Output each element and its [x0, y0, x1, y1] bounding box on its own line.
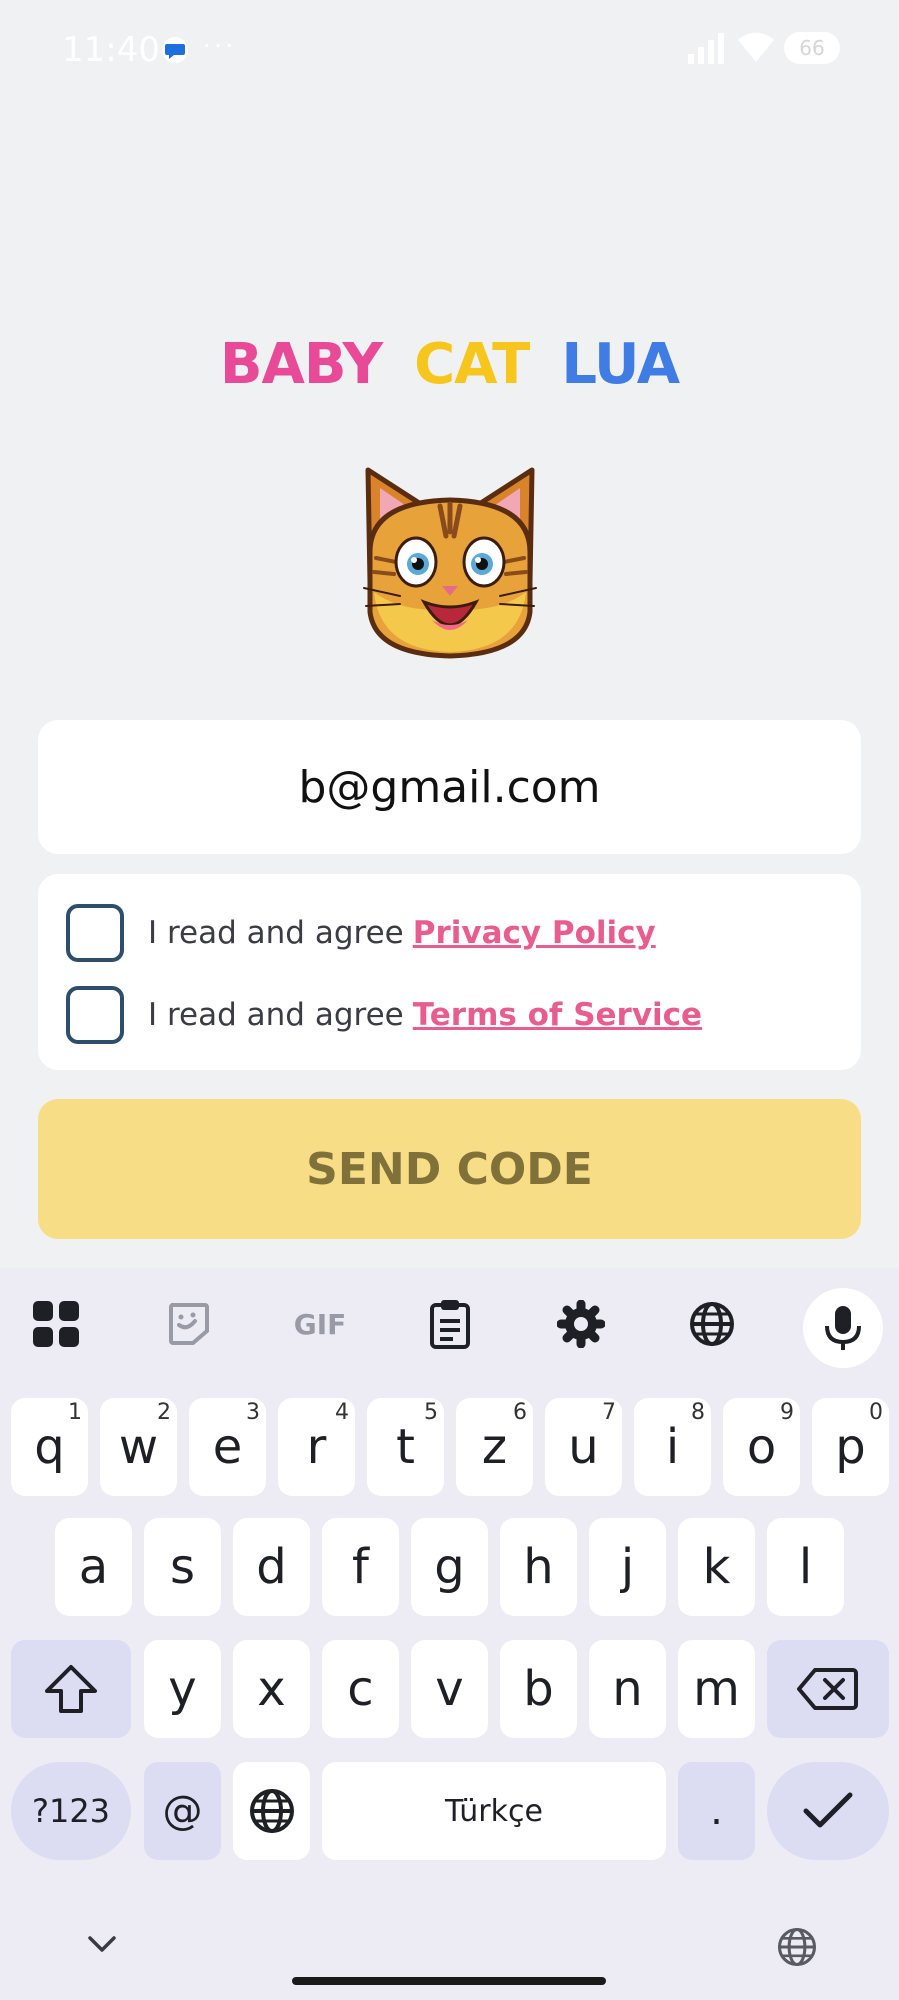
signal-icon [688, 33, 724, 64]
privacy-checkbox[interactable] [66, 904, 124, 962]
key-n[interactable]: n [589, 1640, 666, 1738]
wifi-icon [738, 32, 774, 62]
gear-icon[interactable] [553, 1296, 609, 1352]
key-u[interactable]: u7 [545, 1398, 622, 1496]
terms-checkbox[interactable] [66, 986, 124, 1044]
key-j[interactable]: j [589, 1518, 666, 1616]
at-key[interactable]: @ [144, 1762, 221, 1860]
key-d[interactable]: d [233, 1518, 310, 1616]
key-y[interactable]: y [144, 1640, 221, 1738]
shift-key[interactable] [11, 1640, 131, 1738]
apps-grid-icon[interactable] [28, 1296, 84, 1352]
status-time: 11:40 [62, 30, 160, 70]
key-v[interactable]: v [411, 1640, 488, 1738]
key-s[interactable]: s [144, 1518, 221, 1616]
title-baby: BABY [219, 332, 383, 397]
terms-of-service-link[interactable]: Terms of Service [413, 997, 702, 1033]
privacy-agree-text: I read and agree [148, 915, 404, 951]
key-c[interactable]: c [322, 1640, 399, 1738]
key-i[interactable]: i8 [634, 1398, 711, 1496]
app-title: BABY CAT LUA [0, 332, 899, 397]
sticker-icon[interactable] [160, 1296, 216, 1352]
keyboard: GIF q1 w2 e3 r4 t5 z6 u7 i8 o9 p0 a s d … [0, 1268, 899, 2000]
key-e[interactable]: e3 [189, 1398, 266, 1496]
key-o[interactable]: o9 [723, 1398, 800, 1496]
gif-icon[interactable]: GIF [290, 1296, 350, 1352]
clipboard-icon[interactable] [422, 1296, 478, 1352]
symbols-key[interactable]: ?123 [11, 1762, 131, 1860]
key-w[interactable]: w2 [100, 1398, 177, 1496]
key-l[interactable]: l [767, 1518, 844, 1616]
message-icon [162, 37, 188, 63]
key-f[interactable]: f [322, 1518, 399, 1616]
language-key[interactable] [233, 1762, 310, 1860]
agreements-card: I read and agree Privacy Policy I read a… [38, 874, 861, 1070]
globe-icon [249, 1789, 294, 1833]
title-cat: CAT [414, 332, 530, 397]
key-p[interactable]: p0 [812, 1398, 889, 1496]
keyboard-bottom-bar [0, 1900, 899, 2000]
email-input[interactable] [38, 720, 861, 854]
email-card [38, 720, 861, 854]
cat-face-icon [363, 467, 537, 659]
home-indicator[interactable] [292, 1977, 606, 1985]
key-x[interactable]: x [233, 1640, 310, 1738]
period-key[interactable]: . [678, 1762, 755, 1860]
enter-key[interactable] [767, 1762, 889, 1860]
backspace-key[interactable] [767, 1640, 889, 1738]
status-bar: 11:40 ··· 66 [0, 0, 899, 100]
globe-icon[interactable] [684, 1296, 740, 1352]
key-m[interactable]: m [678, 1640, 755, 1738]
more-dots-icon: ··· [202, 28, 236, 59]
key-t[interactable]: t5 [367, 1398, 444, 1496]
terms-agreement-row: I read and agree Terms of Service [66, 986, 702, 1044]
key-k[interactable]: k [678, 1518, 755, 1616]
battery-icon: 66 [784, 32, 840, 64]
mic-icon[interactable] [803, 1288, 883, 1368]
send-code-button[interactable]: SEND CODE [38, 1099, 861, 1239]
key-r[interactable]: r4 [278, 1398, 355, 1496]
key-q[interactable]: q1 [11, 1398, 88, 1496]
key-g[interactable]: g [411, 1518, 488, 1616]
language-globe-icon[interactable] [776, 1926, 818, 1968]
key-b[interactable]: b [500, 1640, 577, 1738]
privacy-policy-link[interactable]: Privacy Policy [413, 915, 656, 951]
title-lua: LUA [561, 332, 680, 397]
checkmark-icon [803, 1792, 853, 1828]
key-z[interactable]: z6 [456, 1398, 533, 1496]
terms-agree-text: I read and agree [148, 997, 404, 1033]
chevron-down-icon[interactable] [86, 1932, 118, 1956]
key-h[interactable]: h [500, 1518, 577, 1616]
key-a[interactable]: a [55, 1518, 132, 1616]
privacy-agreement-row: I read and agree Privacy Policy [66, 904, 656, 962]
space-key[interactable]: Türkçe [322, 1762, 666, 1860]
keyboard-toolbar: GIF [0, 1268, 899, 1384]
backspace-icon [797, 1668, 858, 1710]
shift-icon [45, 1665, 97, 1713]
